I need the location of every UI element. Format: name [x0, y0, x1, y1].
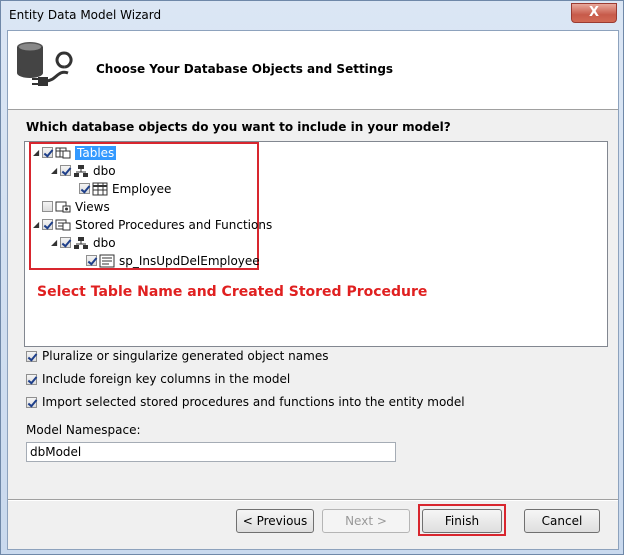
close-button[interactable]: X — [571, 3, 617, 23]
schema-icon — [74, 236, 88, 249]
option-pluralize[interactable]: Pluralize or singularize generated objec… — [26, 349, 328, 363]
object-tree[interactable]: ◢ Tables ◢ dbo Employee Views ◢ Stored P… — [24, 141, 608, 347]
schema-icon — [74, 164, 88, 177]
views-label[interactable]: Views — [75, 200, 110, 214]
tables-dbo-checkbox[interactable] — [60, 165, 71, 176]
sp-label[interactable]: sp_InsUpdDelEmployee — [119, 254, 260, 268]
annotation-text: Select Table Name and Created Stored Pro… — [37, 284, 428, 300]
footer-separator — [8, 499, 618, 501]
table-folder-icon — [55, 147, 71, 158]
wizard-header: Choose Your Database Objects and Setting… — [8, 31, 618, 110]
procedures-label[interactable]: Stored Procedures and Functions — [75, 218, 272, 232]
wizard-window: Entity Data Model Wizard X Choose Your D… — [0, 0, 624, 555]
stored-procedure-icon — [99, 254, 115, 267]
pluralize-checkbox[interactable] — [26, 350, 37, 362]
namespace-input[interactable] — [26, 442, 396, 462]
sp-checkbox[interactable] — [86, 255, 97, 266]
tree-node-tables[interactable]: ◢ Tables — [33, 144, 117, 161]
pluralize-label[interactable]: Pluralize or singularize generated objec… — [42, 349, 328, 363]
namespace-label: Model Namespace: — [26, 423, 141, 437]
collapse-icon[interactable]: ◢ — [51, 238, 60, 247]
tree-node-procedures-dbo[interactable]: ◢ dbo — [51, 234, 116, 251]
tree-node-tables-dbo[interactable]: ◢ dbo — [51, 162, 116, 179]
import-procs-checkbox[interactable] — [26, 396, 37, 408]
collapse-icon[interactable]: ◢ — [33, 220, 42, 229]
procedures-dbo-label[interactable]: dbo — [93, 236, 116, 250]
option-foreign-keys[interactable]: Include foreign key columns in the model — [26, 372, 290, 386]
tree-node-sp[interactable]: sp_InsUpdDelEmployee — [86, 252, 260, 269]
collapse-icon[interactable]: ◢ — [33, 148, 42, 157]
import-procs-label[interactable]: Import selected stored procedures and fu… — [42, 395, 465, 409]
cancel-button[interactable]: Cancel — [524, 509, 600, 533]
title-bar: Entity Data Model Wizard X — [1, 1, 623, 31]
table-icon — [92, 182, 108, 195]
finish-button[interactable]: Finish — [422, 509, 502, 533]
database-plug-icon — [17, 42, 73, 86]
tables-checkbox[interactable] — [42, 147, 53, 158]
foreign-keys-checkbox[interactable] — [26, 373, 37, 385]
window-title: Entity Data Model Wizard — [9, 8, 162, 22]
wizard-content: Choose Your Database Objects and Setting… — [7, 30, 619, 550]
views-checkbox[interactable] — [42, 201, 53, 212]
collapse-icon[interactable]: ◢ — [51, 166, 60, 175]
tables-label[interactable]: Tables — [75, 145, 117, 160]
procedures-dbo-checkbox[interactable] — [60, 237, 71, 248]
proc-folder-icon — [55, 219, 71, 230]
procedures-checkbox[interactable] — [42, 219, 53, 230]
view-folder-icon — [55, 201, 71, 212]
employee-checkbox[interactable] — [79, 183, 90, 194]
next-button[interactable]: Next > — [322, 509, 410, 533]
previous-button[interactable]: < Previous — [236, 509, 314, 533]
page-title: Choose Your Database Objects and Setting… — [96, 62, 394, 76]
objects-question: Which database objects do you want to in… — [26, 120, 451, 134]
tables-dbo-label[interactable]: dbo — [93, 164, 116, 178]
employee-label[interactable]: Employee — [112, 182, 171, 196]
option-import-procs[interactable]: Import selected stored procedures and fu… — [26, 395, 465, 409]
tree-node-procedures[interactable]: ◢ Stored Procedures and Functions — [33, 216, 272, 233]
tree-node-views[interactable]: Views — [42, 198, 110, 215]
tree-node-employee[interactable]: Employee — [79, 180, 171, 197]
foreign-keys-label[interactable]: Include foreign key columns in the model — [42, 372, 290, 386]
